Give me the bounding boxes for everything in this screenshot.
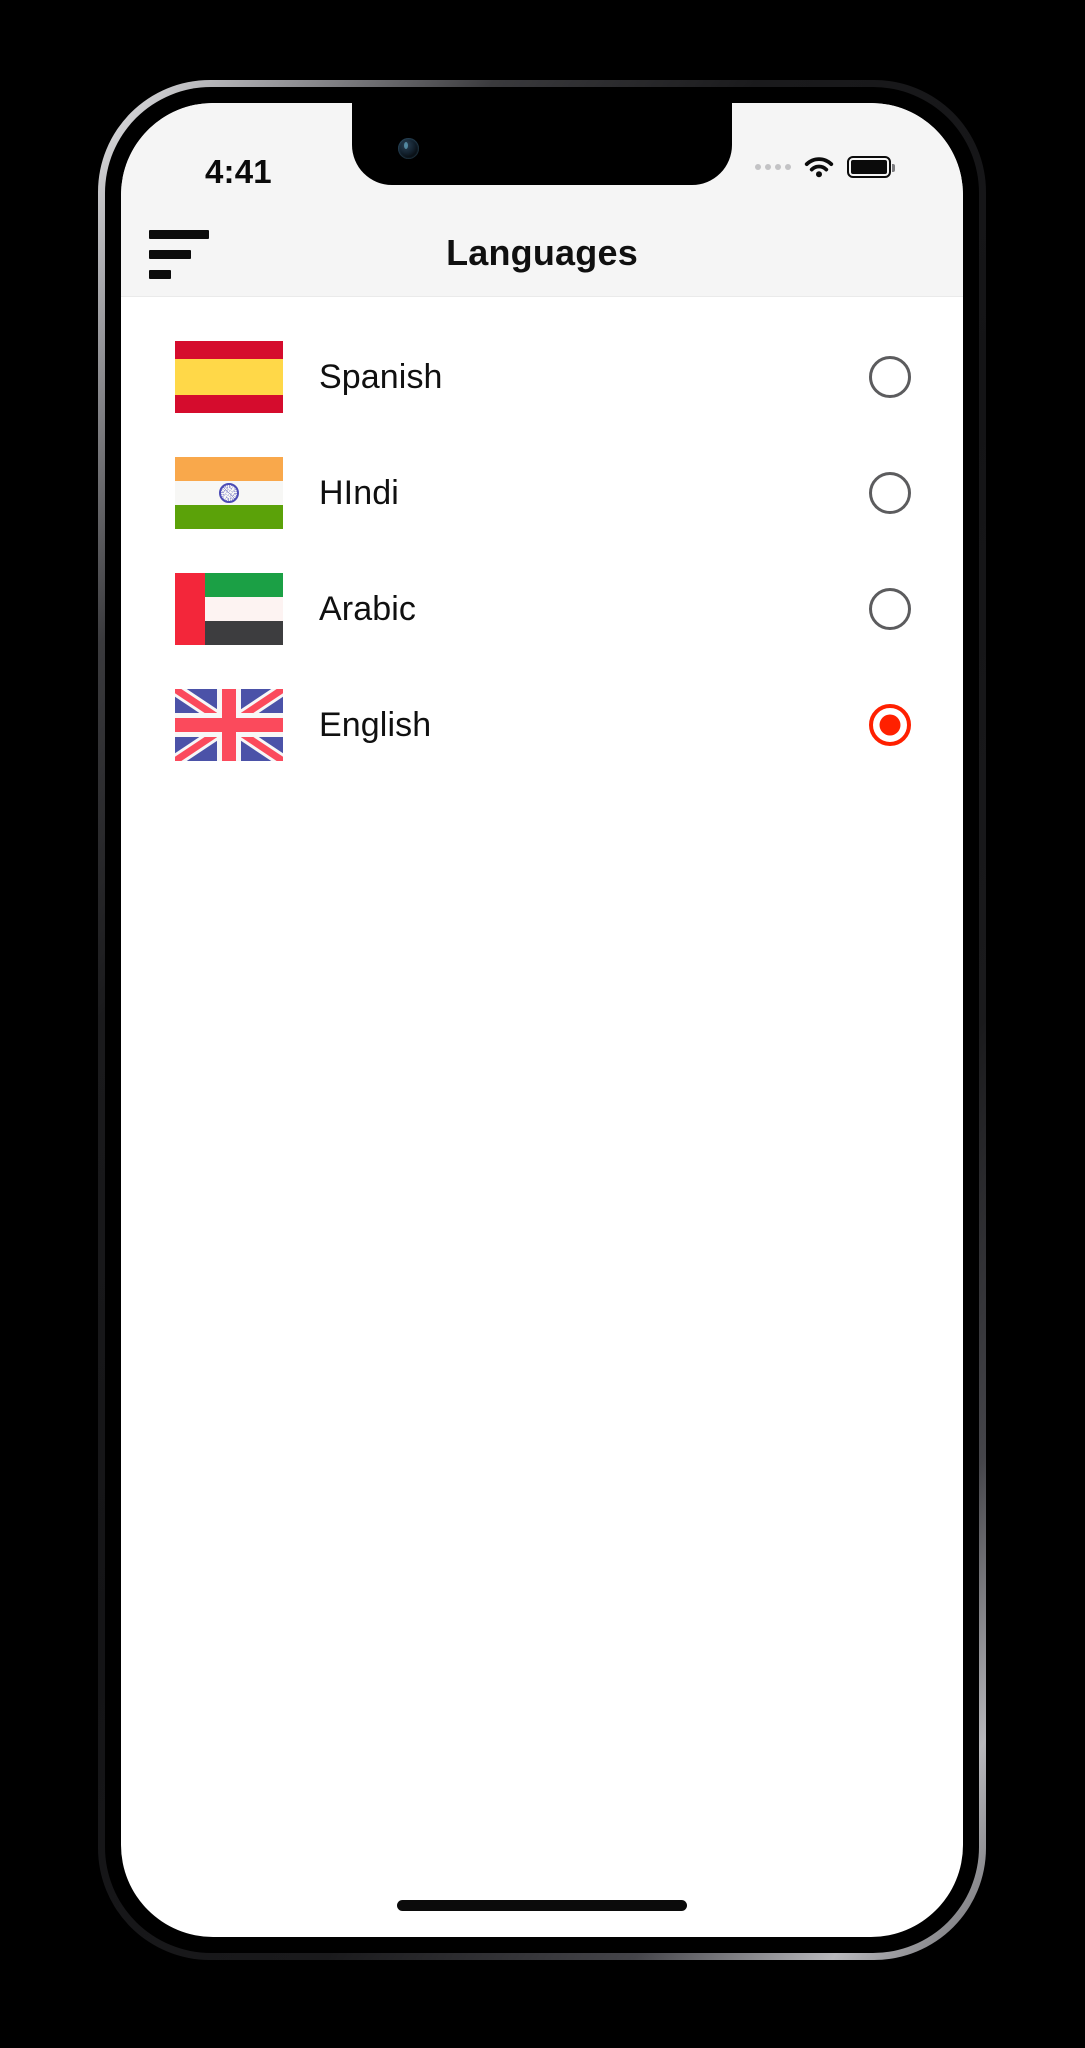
wifi-icon <box>804 157 834 178</box>
flag-india-icon <box>175 457 283 529</box>
list-item-label: Arabic <box>319 589 416 628</box>
battery-full-icon <box>847 155 895 178</box>
screenshot-stage: 4:41 Languages Spanish HIndi Arabic Engl… <box>0 0 1085 2048</box>
radio-button-english[interactable] <box>869 704 911 746</box>
signal-dots-icon <box>755 163 791 170</box>
ashoka-chakra-icon <box>219 483 239 503</box>
list-item-label: Spanish <box>319 357 443 396</box>
list-item-label: English <box>319 705 432 744</box>
language-list: Spanish HIndi Arabic English <box>121 297 963 783</box>
list-item-spanish[interactable]: Spanish <box>121 319 963 435</box>
front-camera-icon <box>398 138 419 159</box>
flag-uk-icon <box>175 689 283 761</box>
home-indicator[interactable] <box>397 1900 687 1911</box>
radio-button-hindi[interactable] <box>869 472 911 514</box>
list-item-hindi[interactable]: HIndi <box>121 435 963 551</box>
phone-bezel: 4:41 Languages Spanish HIndi Arabic Engl… <box>105 87 979 1953</box>
page-title: Languages <box>446 231 638 273</box>
radio-button-arabic[interactable] <box>869 588 911 630</box>
list-item-label: HIndi <box>319 473 399 512</box>
app-bar: Languages <box>121 209 963 297</box>
radio-button-spanish[interactable] <box>869 356 911 398</box>
flag-spain-icon <box>175 341 283 413</box>
list-item-arabic[interactable]: Arabic <box>121 551 963 667</box>
notch <box>352 103 732 185</box>
hamburger-menu-icon[interactable] <box>143 225 219 283</box>
phone-frame: 4:41 Languages Spanish HIndi Arabic Engl… <box>98 80 986 1960</box>
list-item-english[interactable]: English <box>121 667 963 783</box>
flag-uae-icon <box>175 573 283 645</box>
status-bar-indicators <box>755 155 895 178</box>
status-bar-time: 4:41 <box>205 153 272 190</box>
phone-screen: 4:41 Languages Spanish HIndi Arabic Engl… <box>121 103 963 1937</box>
